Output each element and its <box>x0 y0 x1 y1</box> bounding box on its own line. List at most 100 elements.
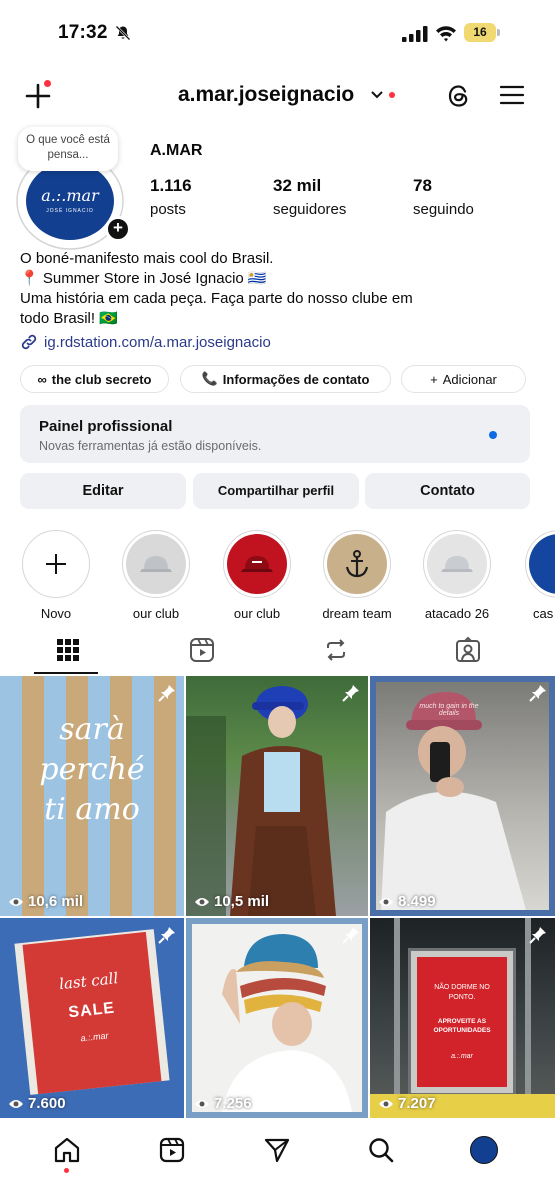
avatar-logo-subtext: JOSÉ IGNACIO <box>46 208 94 214</box>
contact-button[interactable]: Contato <box>365 473 530 509</box>
post-tile[interactable]: NÃO DORME NO PONTO. APROVEITE AS OPORTUN… <box>370 918 555 1118</box>
account-notification-dot <box>389 92 395 98</box>
post-tile[interactable]: 10,5 mil <box>186 676 368 916</box>
username-title[interactable]: a.mar.joseignacio <box>178 83 354 107</box>
highlight-atacado-26[interactable]: atacado 26 <box>421 530 493 621</box>
pin-icon <box>529 927 546 944</box>
bell-off-icon <box>115 25 131 41</box>
chip-contact-info[interactable]: 📞 Informações de contato <box>180 365 391 393</box>
search-icon[interactable] <box>367 1136 395 1164</box>
billboard-text: APROVEITE AS OPORTUNIDADES <box>433 1018 491 1034</box>
profile-link[interactable]: ig.rdstation.com/a.mar.joseignacio <box>20 333 271 351</box>
highlight-label: Novo <box>40 606 72 621</box>
profile-nav-avatar[interactable] <box>470 1136 498 1164</box>
reels-icon[interactable] <box>158 1136 186 1164</box>
phone-icon: 📞 <box>201 371 218 386</box>
highlight-cover <box>427 534 487 594</box>
highlight-ring <box>22 530 90 598</box>
stat-followers[interactable]: 32 mil seguidores <box>273 176 346 218</box>
views-count: 7.600 <box>28 1095 66 1112</box>
eye-icon <box>379 1099 393 1108</box>
note-bubble[interactable]: O que você está pensa... <box>18 127 118 171</box>
edit-profile-button[interactable]: Editar <box>20 473 186 509</box>
post-views: 10,5 mil <box>194 893 269 910</box>
reposts-tab-icon[interactable] <box>322 636 350 664</box>
highlight-cas[interactable]: cas <box>521 530 555 621</box>
active-tab-indicator <box>34 672 98 674</box>
highlight-our-club-1[interactable]: our club <box>120 530 192 621</box>
add-story-button[interactable]: + <box>105 216 131 242</box>
cap-icon <box>441 556 473 572</box>
bio-line: todo Brasil! 🇧🇷 <box>20 310 118 327</box>
tagged-tab-icon[interactable] <box>454 636 482 664</box>
post-tile[interactable]: 7.256 <box>186 918 368 1118</box>
chip-add[interactable]: + Adicionar <box>401 365 526 393</box>
highlight-ring <box>323 530 391 598</box>
chip-label: Informações de contato <box>222 371 370 387</box>
highlight-dream-team[interactable]: dream team <box>318 530 396 621</box>
views-count: 8.499 <box>398 893 436 910</box>
grid-tab-icon[interactable] <box>54 636 82 664</box>
plus-icon <box>46 554 66 574</box>
highlight-cover <box>227 534 287 594</box>
reels-tab-icon[interactable] <box>188 636 216 664</box>
direct-message-icon[interactable] <box>263 1136 291 1164</box>
stat-value: 32 mil <box>273 176 322 195</box>
chip-label: Adicionar <box>442 371 497 387</box>
highlight-ring <box>122 530 190 598</box>
views-count: 10,6 mil <box>28 893 84 910</box>
highlight-new[interactable]: Novo <box>20 530 92 621</box>
post-tile[interactable]: last call SALE a.:.mar 7.600 <box>0 918 184 1118</box>
pin-icon <box>342 927 359 944</box>
stat-following[interactable]: 78 seguindo <box>413 176 474 218</box>
eye-icon <box>195 897 209 906</box>
highlight-ring <box>223 530 291 598</box>
create-notification-dot <box>44 80 51 87</box>
menu-hamburger-icon[interactable] <box>500 84 524 106</box>
plus-icon: + <box>430 371 438 387</box>
status-bar: 17:32 16 <box>0 0 555 64</box>
threads-icon[interactable] <box>446 83 472 109</box>
pro-panel-title: Painel profissional <box>39 418 173 435</box>
home-notification-dot <box>64 1168 69 1173</box>
eye-icon <box>9 1099 23 1108</box>
post-views: 7.207 <box>378 1095 436 1112</box>
stat-label: seguindo <box>413 201 474 218</box>
pin-icon <box>342 685 359 702</box>
stat-posts[interactable]: 1.116 posts <box>150 176 192 218</box>
link-icon <box>21 334 37 350</box>
chip-label: the club secreto <box>51 371 152 387</box>
post-views: 7.256 <box>194 1095 252 1112</box>
highlight-cover <box>327 534 387 594</box>
stat-value: 1.116 <box>150 176 192 195</box>
poster-text: last call <box>58 969 120 994</box>
billboard-logo: a.:.mar <box>451 1053 473 1060</box>
pro-panel-subtitle: Novas ferramentas já estão disponíveis. <box>39 439 262 453</box>
cap-icon <box>140 556 172 572</box>
photo-frame <box>192 924 362 1112</box>
pro-panel-dot <box>489 431 497 439</box>
views-count: 10,5 mil <box>214 893 270 910</box>
pin-icon <box>158 927 175 944</box>
anchor-icon <box>345 550 369 578</box>
home-icon[interactable] <box>53 1136 81 1164</box>
stat-label: seguidores <box>273 201 347 218</box>
battery-indicator: 16 <box>464 23 500 42</box>
bio-line: O boné-manifesto mais cool do Brasil. <box>20 250 274 267</box>
posts-grid: sarà perché ti amo 10,6 mil 10,5 mil muc… <box>0 676 555 1118</box>
poster-logo: a.:.mar <box>80 1030 109 1044</box>
eye-icon <box>195 1099 209 1108</box>
professional-dashboard[interactable]: Painel profissional Novas ferramentas já… <box>20 405 530 463</box>
share-profile-button[interactable]: Compartilhar perfil <box>193 473 359 509</box>
post-tile[interactable]: sarà perché ti amo 10,6 mil <box>0 676 184 916</box>
chip-the-club-secreto[interactable]: ∞ the club secreto <box>20 365 169 393</box>
avatar-logo-text: a.:.mar <box>41 186 99 205</box>
highlight-cover <box>529 534 555 594</box>
chevron-down-icon[interactable] <box>370 90 384 100</box>
post-views: 7.600 <box>8 1095 66 1112</box>
highlight-ring <box>423 530 491 598</box>
cap-embroidery: much to gain in the details <box>419 703 479 717</box>
highlight-cover <box>126 534 186 594</box>
post-tile[interactable]: much to gain in the details 8.499 <box>370 676 555 916</box>
highlight-our-club-2[interactable]: our club <box>221 530 293 621</box>
